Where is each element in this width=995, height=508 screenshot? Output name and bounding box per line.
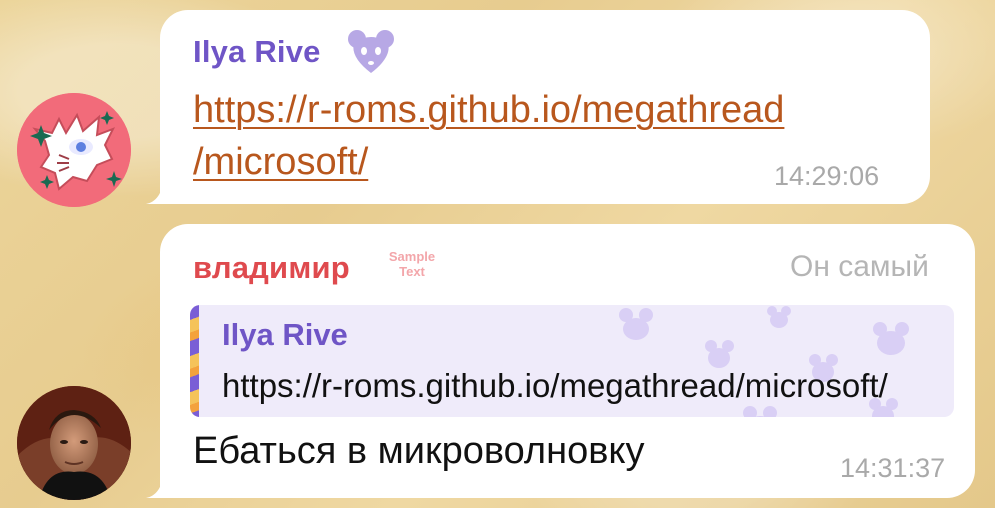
avatar-vladimir[interactable] (17, 386, 131, 500)
message-link-line-2[interactable]: /microsoft/ (193, 136, 368, 188)
message-text: Ебаться в микроволновку (193, 430, 645, 472)
message-time: 14:29:06 (774, 161, 880, 191)
sender-name[interactable]: владимир (193, 250, 350, 286)
reply-text: https://r-roms.github.io/megathread/micr… (222, 367, 888, 404)
user-photo-avatar-icon (17, 386, 131, 500)
sender-badge: Sample Text (382, 249, 442, 279)
reply-preview[interactable]: Ilya Rive https://r-roms.github.io/megat… (190, 305, 954, 417)
message-link-line-1[interactable]: https://r-roms.github.io/megathread (193, 84, 784, 136)
sender-name[interactable]: Ilya Rive (193, 34, 321, 70)
rat-face-icon[interactable] (346, 27, 396, 75)
message-time: 14:31:37 (840, 453, 946, 483)
reply-accent-bar (190, 305, 199, 417)
member-title: Он самый (790, 250, 929, 283)
avatar-ilya-rive[interactable] (17, 93, 131, 207)
badge-line-2: Text (399, 264, 425, 279)
badge-line-1: Sample (388, 249, 436, 264)
rat-character-avatar-icon (17, 93, 131, 207)
reply-author: Ilya Rive (222, 317, 348, 352)
